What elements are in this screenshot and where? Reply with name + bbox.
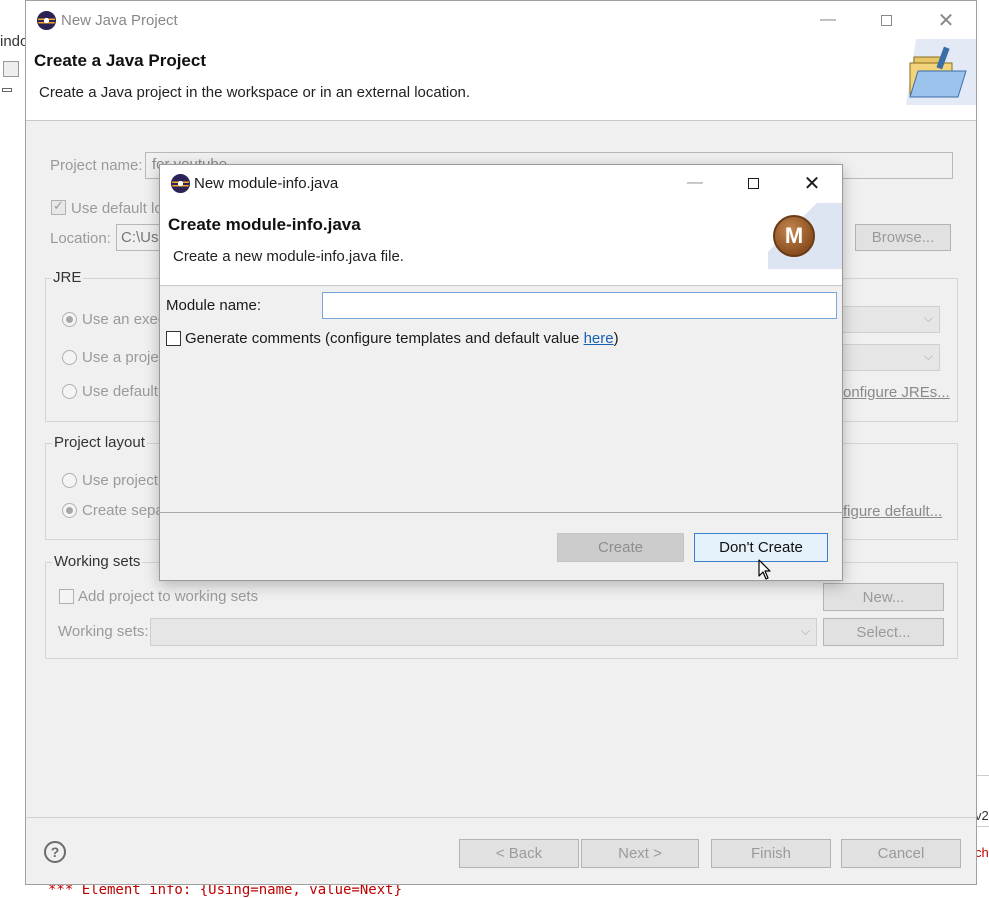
dialog-close-button[interactable]: ✕: [789, 166, 835, 200]
jre-option-execution-env-label: Use an exec: [82, 311, 166, 328]
chevron-down-icon: ⌵: [923, 349, 933, 363]
chevron-down-icon: ⌵: [923, 311, 933, 325]
layout-project-folder-radio[interactable]: [62, 473, 77, 488]
maximize-icon: [880, 14, 892, 26]
select-working-set-button[interactable]: Select...: [823, 618, 944, 646]
minimize-icon: —: [687, 174, 703, 191]
project-layout-group-title: Project layout: [52, 434, 147, 451]
background-right-text: v2: [975, 808, 989, 823]
generate-comments-checkbox[interactable]: [166, 331, 181, 346]
page-description: Create a Java project in the workspace o…: [39, 84, 471, 101]
back-button[interactable]: < Back: [459, 839, 579, 868]
add-to-working-sets-checkbox[interactable]: [59, 589, 74, 604]
background-toolbar: [0, 55, 25, 105]
footer-separator: [26, 817, 976, 818]
layout-separate-folders-label: Create sepa: [82, 502, 164, 519]
maximize-icon: [747, 177, 759, 189]
jre-option-default-label: Use default: [82, 383, 158, 400]
eclipse-icon: [171, 174, 190, 193]
dialog-titlebar: New module-info.java — ✕: [160, 165, 842, 201]
module-icon: M: [773, 215, 815, 257]
maximize-button[interactable]: [866, 5, 906, 35]
chevron-down-icon: ⌵: [800, 624, 810, 638]
module-name-label: Module name:: [166, 297, 262, 314]
layout-separate-folders-radio[interactable]: [62, 503, 77, 518]
generate-comments-suffix: ): [613, 330, 619, 347]
module-name-input[interactable]: [322, 292, 837, 319]
dialog-separator: [160, 512, 842, 513]
close-icon: ✕: [803, 172, 821, 195]
new-module-info-dialog: New module-info.java — ✕ Create module-i…: [159, 164, 843, 581]
background-right-edge: [976, 0, 989, 898]
page-title: Create a Java Project: [34, 51, 206, 70]
dont-create-button[interactable]: Don't Create: [694, 533, 828, 562]
execution-env-combo[interactable]: ⌵: [842, 306, 940, 333]
wizard-header: Create a Java Project Create a Java proj…: [26, 39, 976, 121]
cancel-button[interactable]: Cancel: [841, 839, 961, 868]
layout-project-folder-label: Use project: [82, 472, 158, 489]
jre-option-execution-env-radio[interactable]: [62, 312, 77, 327]
dialog-header-description: Create a new module-info.java file.: [173, 248, 404, 265]
finish-button[interactable]: Finish: [711, 839, 831, 868]
dialog-maximize-button[interactable]: [730, 166, 776, 200]
dialog-title: New module-info.java: [194, 175, 339, 192]
jre-group-title: JRE: [51, 269, 84, 286]
working-sets-combo[interactable]: ⌵: [150, 618, 817, 646]
use-default-location-label: Use default lo: [71, 200, 163, 217]
location-label: Location:: [50, 230, 111, 247]
background-toolbar-icon: [3, 61, 19, 77]
generate-comments-label: Generate comments (configure templates a…: [185, 330, 619, 347]
dialog-header-title: Create module-info.java: [168, 215, 361, 234]
working-sets-group-title: Working sets: [52, 553, 143, 570]
close-icon: ✕: [937, 9, 955, 32]
mouse-cursor-icon: [758, 559, 771, 580]
new-working-set-button[interactable]: New...: [823, 583, 944, 611]
window-titlebar: New Java Project — ✕: [26, 1, 976, 39]
minimize-button[interactable]: —: [808, 5, 848, 35]
project-name-label: Project name:: [50, 157, 143, 174]
minimize-icon: —: [820, 11, 836, 28]
check-icon: ✓: [53, 198, 64, 213]
use-default-location-checkbox[interactable]: ✓: [51, 198, 66, 215]
dialog-minimize-button[interactable]: —: [672, 166, 718, 200]
configure-templates-link[interactable]: here: [584, 330, 614, 347]
add-to-working-sets-label: Add project to working sets: [78, 588, 259, 605]
next-button[interactable]: Next >: [581, 839, 699, 868]
project-jre-combo[interactable]: ⌵: [842, 344, 940, 371]
folder-wizard-icon: [906, 39, 976, 105]
dialog-header: Create module-info.java Create a new mod…: [160, 201, 842, 286]
location-input[interactable]: C:\Use: [116, 224, 167, 251]
window-title: New Java Project: [61, 12, 178, 29]
background-right-code: ch: [975, 845, 989, 860]
minimize-icon: [2, 88, 12, 92]
close-button[interactable]: ✕: [926, 5, 966, 35]
help-icon[interactable]: ?: [44, 841, 66, 863]
working-sets-label: Working sets:: [58, 623, 149, 640]
configure-jres-link[interactable]: onfigure JREs...: [843, 384, 950, 401]
configure-default-link[interactable]: figure default...: [843, 503, 942, 520]
jre-option-default-radio[interactable]: [62, 384, 77, 399]
create-button[interactable]: Create: [557, 533, 684, 562]
browse-button[interactable]: Browse...: [855, 224, 951, 251]
jre-option-project-specific-label: Use a proje: [82, 349, 159, 366]
generate-comments-text: Generate comments (configure templates a…: [185, 330, 584, 347]
jre-option-project-specific-radio[interactable]: [62, 350, 77, 365]
eclipse-icon: [37, 11, 56, 30]
